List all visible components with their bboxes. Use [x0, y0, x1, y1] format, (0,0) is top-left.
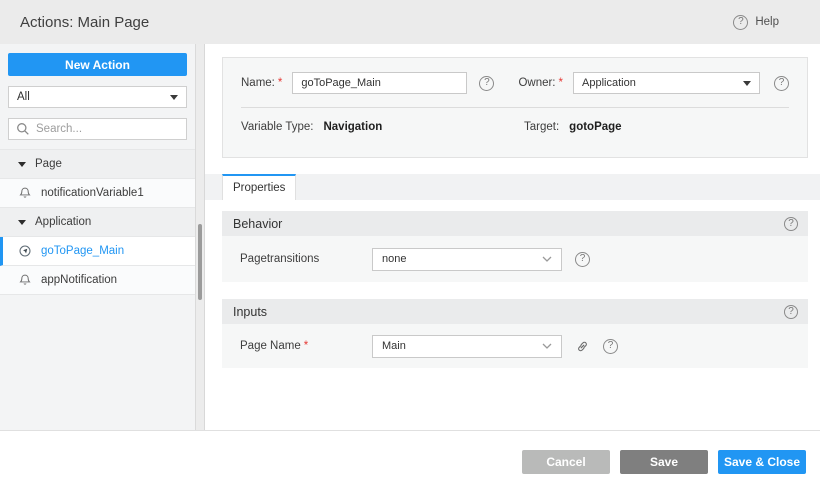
owner-label: Owner: — [518, 77, 556, 89]
search-box — [8, 118, 190, 140]
actions-sidebar: New Action All Page — [0, 44, 196, 430]
owner-select-value: Application — [582, 77, 636, 89]
required-asterisk: * — [303, 340, 309, 352]
pagetransitions-label: Pagetransitions — [240, 253, 320, 265]
goto-page-icon — [19, 245, 31, 257]
chevron-down-icon — [542, 256, 552, 262]
chevron-down-icon — [542, 343, 552, 349]
pagetransitions-select[interactable]: none — [372, 247, 562, 271]
inputs-section-title: Inputs — [233, 304, 268, 319]
tree-item-label: goToPage_Main — [41, 245, 125, 257]
dialog-body: New Action All Page — [0, 44, 820, 430]
save-and-close-button[interactable]: Save & Close — [718, 450, 806, 474]
new-action-button[interactable]: New Action — [8, 53, 187, 76]
behavior-section-title: Behavior — [233, 216, 283, 231]
inputs-section-header: Inputs ? — [222, 299, 808, 324]
behavior-section-body: Pagetransitions none ? — [222, 236, 808, 282]
behavior-section: Behavior ? Pagetransitions none ? — [222, 211, 808, 282]
name-help-icon[interactable]: ? — [479, 75, 495, 91]
tree-item-label: notificationVariable1 — [41, 187, 144, 199]
name-field[interactable] — [292, 72, 468, 94]
bind-link-button[interactable] — [575, 339, 590, 354]
tree-group-application[interactable]: Application — [0, 208, 195, 237]
caret-down-icon — [170, 94, 178, 100]
variable-type-value: Navigation — [323, 121, 383, 133]
filter-select[interactable]: All — [8, 86, 187, 108]
page-name-select-value: Main — [382, 340, 406, 352]
caret-down-icon — [743, 80, 751, 86]
behavior-section-header: Behavior ? — [222, 211, 808, 236]
page-title: Actions: Main Page — [20, 13, 150, 31]
sidebar-scrollbar[interactable] — [196, 44, 205, 430]
variable-type-label: Variable Type: — [241, 121, 314, 133]
variable-type-cell: Variable Type: Navigation — [241, 121, 524, 133]
link-icon — [578, 341, 587, 351]
target-cell: Target: gotoPage — [524, 121, 622, 133]
tree-item-appnotification[interactable]: appNotification — [0, 266, 195, 295]
action-detail-pane: Name: * ? Owner: * Application ? Variab — [205, 44, 820, 430]
save-button[interactable]: Save — [620, 450, 708, 474]
help-icon: ? — [733, 14, 749, 30]
page-name-select[interactable]: Main — [372, 334, 562, 358]
pagetransitions-select-value: none — [382, 253, 407, 265]
pagetransitions-help-icon[interactable]: ? — [575, 251, 590, 267]
dialog-footer: Cancel Save Save & Close — [0, 430, 820, 488]
collapse-triangle-icon — [18, 219, 26, 225]
tab-properties[interactable]: Properties — [222, 174, 297, 200]
name-owner-row: Name: * ? Owner: * Application ? — [223, 58, 807, 94]
action-info-panel: Name: * ? Owner: * Application ? Variab — [222, 57, 808, 158]
owner-help-icon[interactable]: ? — [774, 75, 789, 91]
inputs-section: Inputs ? Page Name * Main ? — [222, 299, 808, 368]
page-name-label-text: Page Name — [240, 340, 301, 352]
filter-select-value: All — [17, 91, 30, 103]
tree-group-page[interactable]: Page — [0, 150, 195, 179]
inputs-help-icon[interactable]: ? — [784, 304, 798, 319]
cancel-button[interactable]: Cancel — [522, 450, 610, 474]
actions-dialog: Actions: Main Page ? Help New Action All — [0, 0, 820, 488]
notification-icon — [19, 274, 31, 285]
page-name-label: Page Name * — [240, 340, 372, 352]
tab-strip: Properties — [205, 174, 820, 200]
tree-item-notificationvariable1[interactable]: notificationVariable1 — [0, 179, 195, 208]
dialog-header: Actions: Main Page ? Help — [0, 0, 820, 44]
help-button[interactable]: ? Help — [733, 14, 779, 30]
required-asterisk: * — [277, 77, 283, 89]
search-icon — [17, 123, 29, 135]
target-label: Target: — [524, 121, 560, 133]
target-value: gotoPage — [569, 121, 622, 133]
page-name-help-icon[interactable]: ? — [603, 338, 618, 354]
tree-group-label: Application — [35, 216, 92, 228]
tree-item-gotopage-main-selected[interactable]: goToPage_Main — [0, 237, 195, 266]
type-target-row: Variable Type: Navigation Target: gotoPa… — [223, 108, 807, 133]
actions-tree: Page notificationVariable1 Application g… — [0, 149, 195, 295]
behavior-help-icon[interactable]: ? — [784, 216, 798, 231]
tree-item-label: appNotification — [41, 274, 118, 286]
collapse-triangle-icon — [18, 161, 26, 167]
inputs-section-body: Page Name * Main ? — [222, 324, 808, 368]
search-input[interactable] — [36, 123, 190, 135]
help-label: Help — [755, 16, 779, 28]
scrollbar-thumb[interactable] — [198, 224, 202, 300]
name-label: Name: — [241, 77, 275, 89]
required-asterisk: * — [558, 77, 563, 89]
notification-icon — [19, 187, 31, 198]
owner-select[interactable]: Application — [573, 72, 760, 94]
tree-group-label: Page — [35, 158, 62, 170]
